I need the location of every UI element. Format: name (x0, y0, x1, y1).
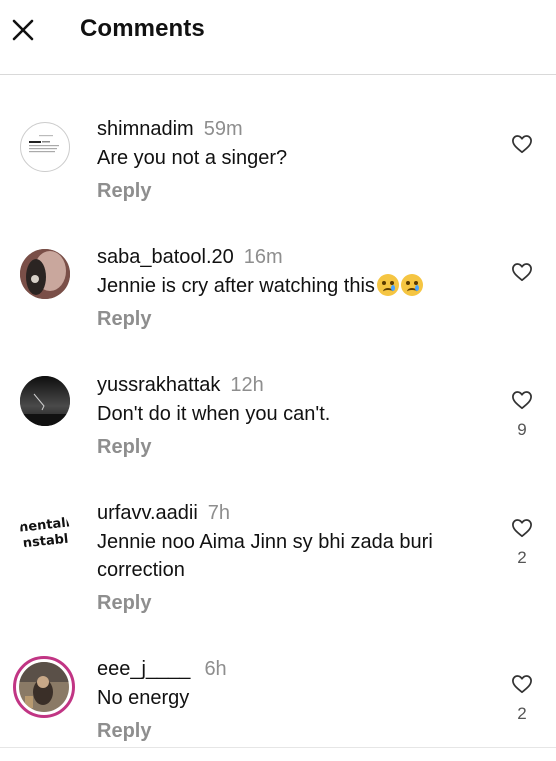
comment-text: No energy (97, 687, 190, 709)
heart-outline-icon (512, 263, 532, 282)
comment-timestamp: 6h (204, 658, 227, 680)
like-count: 2 (517, 548, 527, 567)
like-count: 9 (517, 420, 527, 439)
like-button[interactable] (511, 674, 533, 694)
avatar-image (29, 135, 59, 153)
heart-outline-icon (512, 135, 532, 154)
like-count: 2 (517, 704, 527, 723)
close-icon (12, 19, 34, 41)
avatar-image (20, 376, 70, 426)
heart-outline-icon (512, 391, 532, 410)
like-button[interactable] (511, 262, 533, 282)
reply-button[interactable]: Reply (97, 720, 151, 743)
comment-text: Don't do it when you can't. (97, 403, 331, 425)
reply-button[interactable]: Reply (97, 592, 151, 615)
comment-timestamp: 59m (203, 118, 243, 140)
comment-username[interactable]: eee_j____ 6h (97, 658, 227, 681)
divider (0, 747, 556, 748)
avatar-image (19, 662, 69, 712)
comment-username[interactable]: yussrakhattak 12h (97, 374, 264, 397)
comment-timestamp: 16m (243, 246, 283, 268)
comments-header: Comments (0, 0, 556, 75)
crying-face-emoji (400, 274, 423, 296)
avatar-image: nentall nstabl (20, 507, 70, 557)
comment-text: Jennie is cry after watching this (97, 272, 477, 300)
heart-outline-icon (512, 519, 532, 538)
comment-username[interactable]: shimnadim 59m (97, 118, 243, 141)
avatar[interactable]: nentall nstabl (20, 507, 70, 557)
reply-button[interactable]: Reply (97, 180, 151, 203)
comment-text: Are you not a singer? (97, 147, 288, 169)
avatar[interactable] (20, 122, 70, 172)
heart-outline-icon (512, 675, 532, 694)
like-button[interactable] (511, 134, 533, 154)
avatar-image (20, 249, 70, 299)
reply-button[interactable]: Reply (97, 308, 151, 331)
crying-face-emoji (376, 274, 399, 296)
close-button[interactable] (10, 17, 36, 43)
comment-timestamp: 12h (230, 374, 264, 396)
comment-text: Jennie noo Aima Jinn sy bhi zada buri co… (97, 531, 433, 581)
like-button[interactable] (511, 518, 533, 538)
comment-username[interactable]: urfavv.aadii 7h (97, 502, 230, 525)
reply-button[interactable]: Reply (97, 436, 151, 459)
avatar[interactable] (13, 656, 75, 718)
page-title: Comments (80, 15, 205, 42)
avatar[interactable] (20, 376, 70, 426)
comment-username[interactable]: saba_batool.20 16m (97, 246, 283, 269)
avatar[interactable] (20, 249, 70, 299)
like-button[interactable] (511, 390, 533, 410)
comment-timestamp: 7h (207, 502, 231, 524)
